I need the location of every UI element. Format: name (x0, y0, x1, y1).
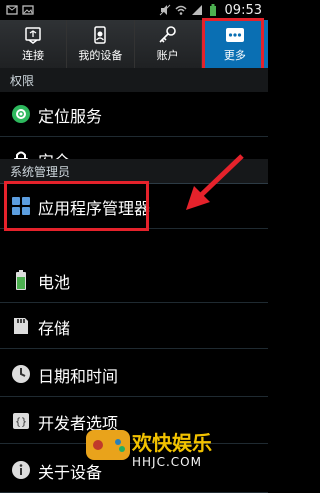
info-icon (12, 461, 30, 479)
section-header-permissions: 权限 (0, 68, 268, 93)
tab-accounts[interactable]: 账户 (135, 20, 202, 68)
tab-my-device[interactable]: 我的设备 (67, 20, 135, 68)
signal-icon (191, 4, 203, 16)
developer-icon: {} (13, 413, 29, 429)
my-device-icon (94, 25, 107, 44)
image-icon (22, 4, 34, 16)
tab-label: 账户 (156, 48, 179, 62)
mute-icon (159, 4, 171, 16)
section-title: 权限 (10, 74, 35, 88)
item-label: 存储 (38, 319, 71, 338)
status-bar: 09:53 (0, 0, 268, 20)
wifi-icon (175, 4, 187, 16)
tab-label: 我的设备 (78, 48, 123, 62)
clock-icon (12, 365, 30, 383)
list-item-storage[interactable]: 存储 (0, 304, 268, 349)
status-right: 09:53 (159, 3, 268, 18)
battery-status-icon (207, 4, 219, 16)
list-item-battery[interactable]: 电池 (0, 258, 268, 303)
tab-label: 连接 (22, 48, 45, 62)
status-left (0, 4, 34, 16)
item-label: 定位服务 (38, 107, 103, 126)
section-title: 系统管理员 (10, 165, 71, 179)
item-label: 电池 (38, 273, 71, 292)
location-icon (12, 105, 30, 123)
item-label: 日期和时间 (38, 367, 119, 386)
highlight-more-tab (202, 18, 264, 72)
connections-icon (25, 26, 41, 44)
status-time: 09:53 (224, 2, 262, 18)
watermark-subtitle: HHJC.COM (132, 455, 202, 469)
battery-icon (16, 270, 26, 290)
accounts-icon (159, 25, 176, 43)
svg-text:{}: {} (15, 417, 27, 428)
tab-connections[interactable]: 连接 (0, 20, 68, 68)
storage-icon (14, 318, 28, 334)
highlight-app-manager (4, 181, 149, 231)
list-item-location[interactable]: 定位服务 (0, 92, 268, 137)
message-icon (6, 4, 18, 16)
watermark-title: 欢快娱乐 (132, 431, 212, 455)
list-item-date-time[interactable]: 日期和时间 (0, 352, 268, 397)
annotation-arrow-icon (186, 154, 244, 210)
